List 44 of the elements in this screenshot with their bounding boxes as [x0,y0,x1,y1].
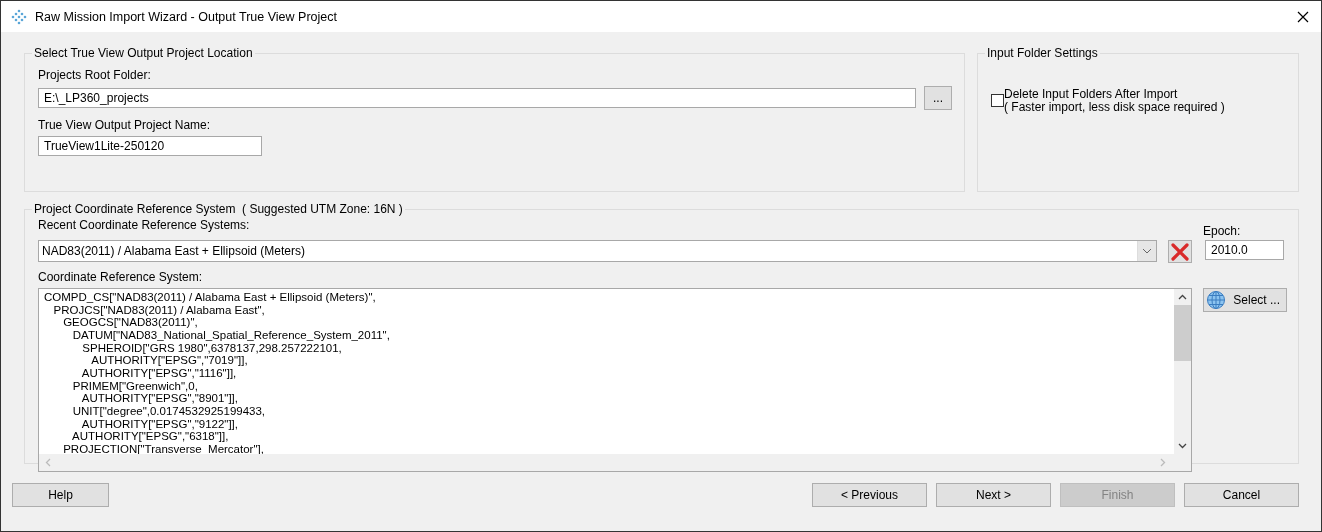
crs-text-line: AUTHORITY["EPSG","1116"]], [80,366,238,380]
crs-text-line: PROJCS["NAD83(2011) / Alabama East", [52,303,266,317]
group-title: Select True View Output Project Location [33,46,254,60]
wizard-button[interactable]: Next > [936,483,1051,507]
crs-text-line: SPHEROID["GRS 1980",6378137,298.257222101, [81,341,343,355]
crs-text-line: AUTHORITY["EPSG","7019"]], [90,354,249,367]
checkbox[interactable] [991,94,1004,107]
checkbox-note: ( Faster import, less disk space required ) [1004,101,1225,114]
field-label: Epoch: [1203,224,1242,238]
crs-text-area[interactable] [38,288,1192,472]
browse-button[interactable]: ... [924,86,952,110]
close-icon[interactable] [1297,10,1309,23]
crs-text-line: AUTHORITY["EPSG","6318"]], [71,430,230,443]
field-label: Recent Coordinate Reference Systems: [38,218,251,234]
crs-text-line: DATUM["NAD83_National_Spatial_Reference_System_2011", [71,328,391,342]
group-title: Project Coordinate Reference System [34,202,236,216]
field-label: Coordinate Reference System: [38,270,204,284]
crs-dropdown[interactable]: NAD83(2011) / Alabama East + Ellipsoid (Meters) [38,240,1157,262]
select-button[interactable]: Select ... [1203,288,1287,312]
app-logo-icon [11,8,27,25]
wizard-button[interactable]: Help [12,483,109,507]
field-label: Projects Root Folder: [38,68,152,82]
vertical-scrollbar[interactable] [1174,289,1191,454]
project-name-field[interactable]: TrueView1Lite-250120 [38,136,262,156]
crs-text-line: AUTHORITY["EPSG","9122"]], [80,417,239,431]
epoch-field[interactable]: 2010.0 [1205,240,1284,260]
crs-text-line: AUTHORITY["EPSG","8901"]], [80,392,239,405]
checkbox-label[interactable]: Delete Input Folders After Import [1004,88,1225,101]
crs-text-line: GEOGCS["NAD83(2011)", [62,316,199,329]
wizard-button[interactable]: Cancel [1184,483,1299,507]
field-label: True View Output Project Name: [38,118,212,132]
remove-button[interactable] [1168,240,1192,263]
globe-icon [1206,290,1226,310]
root-folder-field[interactable]: E:\_LP360_projects [38,88,916,108]
crs-text-line: UNIT["degree",0.0174532925199433, [71,404,267,418]
suggestion-text: ( Suggested UTM Zone: 16N ) [242,202,403,216]
chevron-down-icon[interactable] [1178,443,1187,449]
chevron-down-icon [1142,248,1152,254]
crs-text-line: COMPD_CS["NAD83(2011) / Alabama East + Ellipsoid (Meters)", [44,291,377,304]
group-title: Input Folder Settings [986,46,1099,60]
window-title: Raw Mission Import Wizard - Output True View Project [35,9,338,24]
wizard-button[interactable]: < Previous [812,483,927,507]
crs-text-line: PRIMEM["Greenwich",0, [71,379,199,393]
chevron-up-icon[interactable] [1178,294,1187,300]
